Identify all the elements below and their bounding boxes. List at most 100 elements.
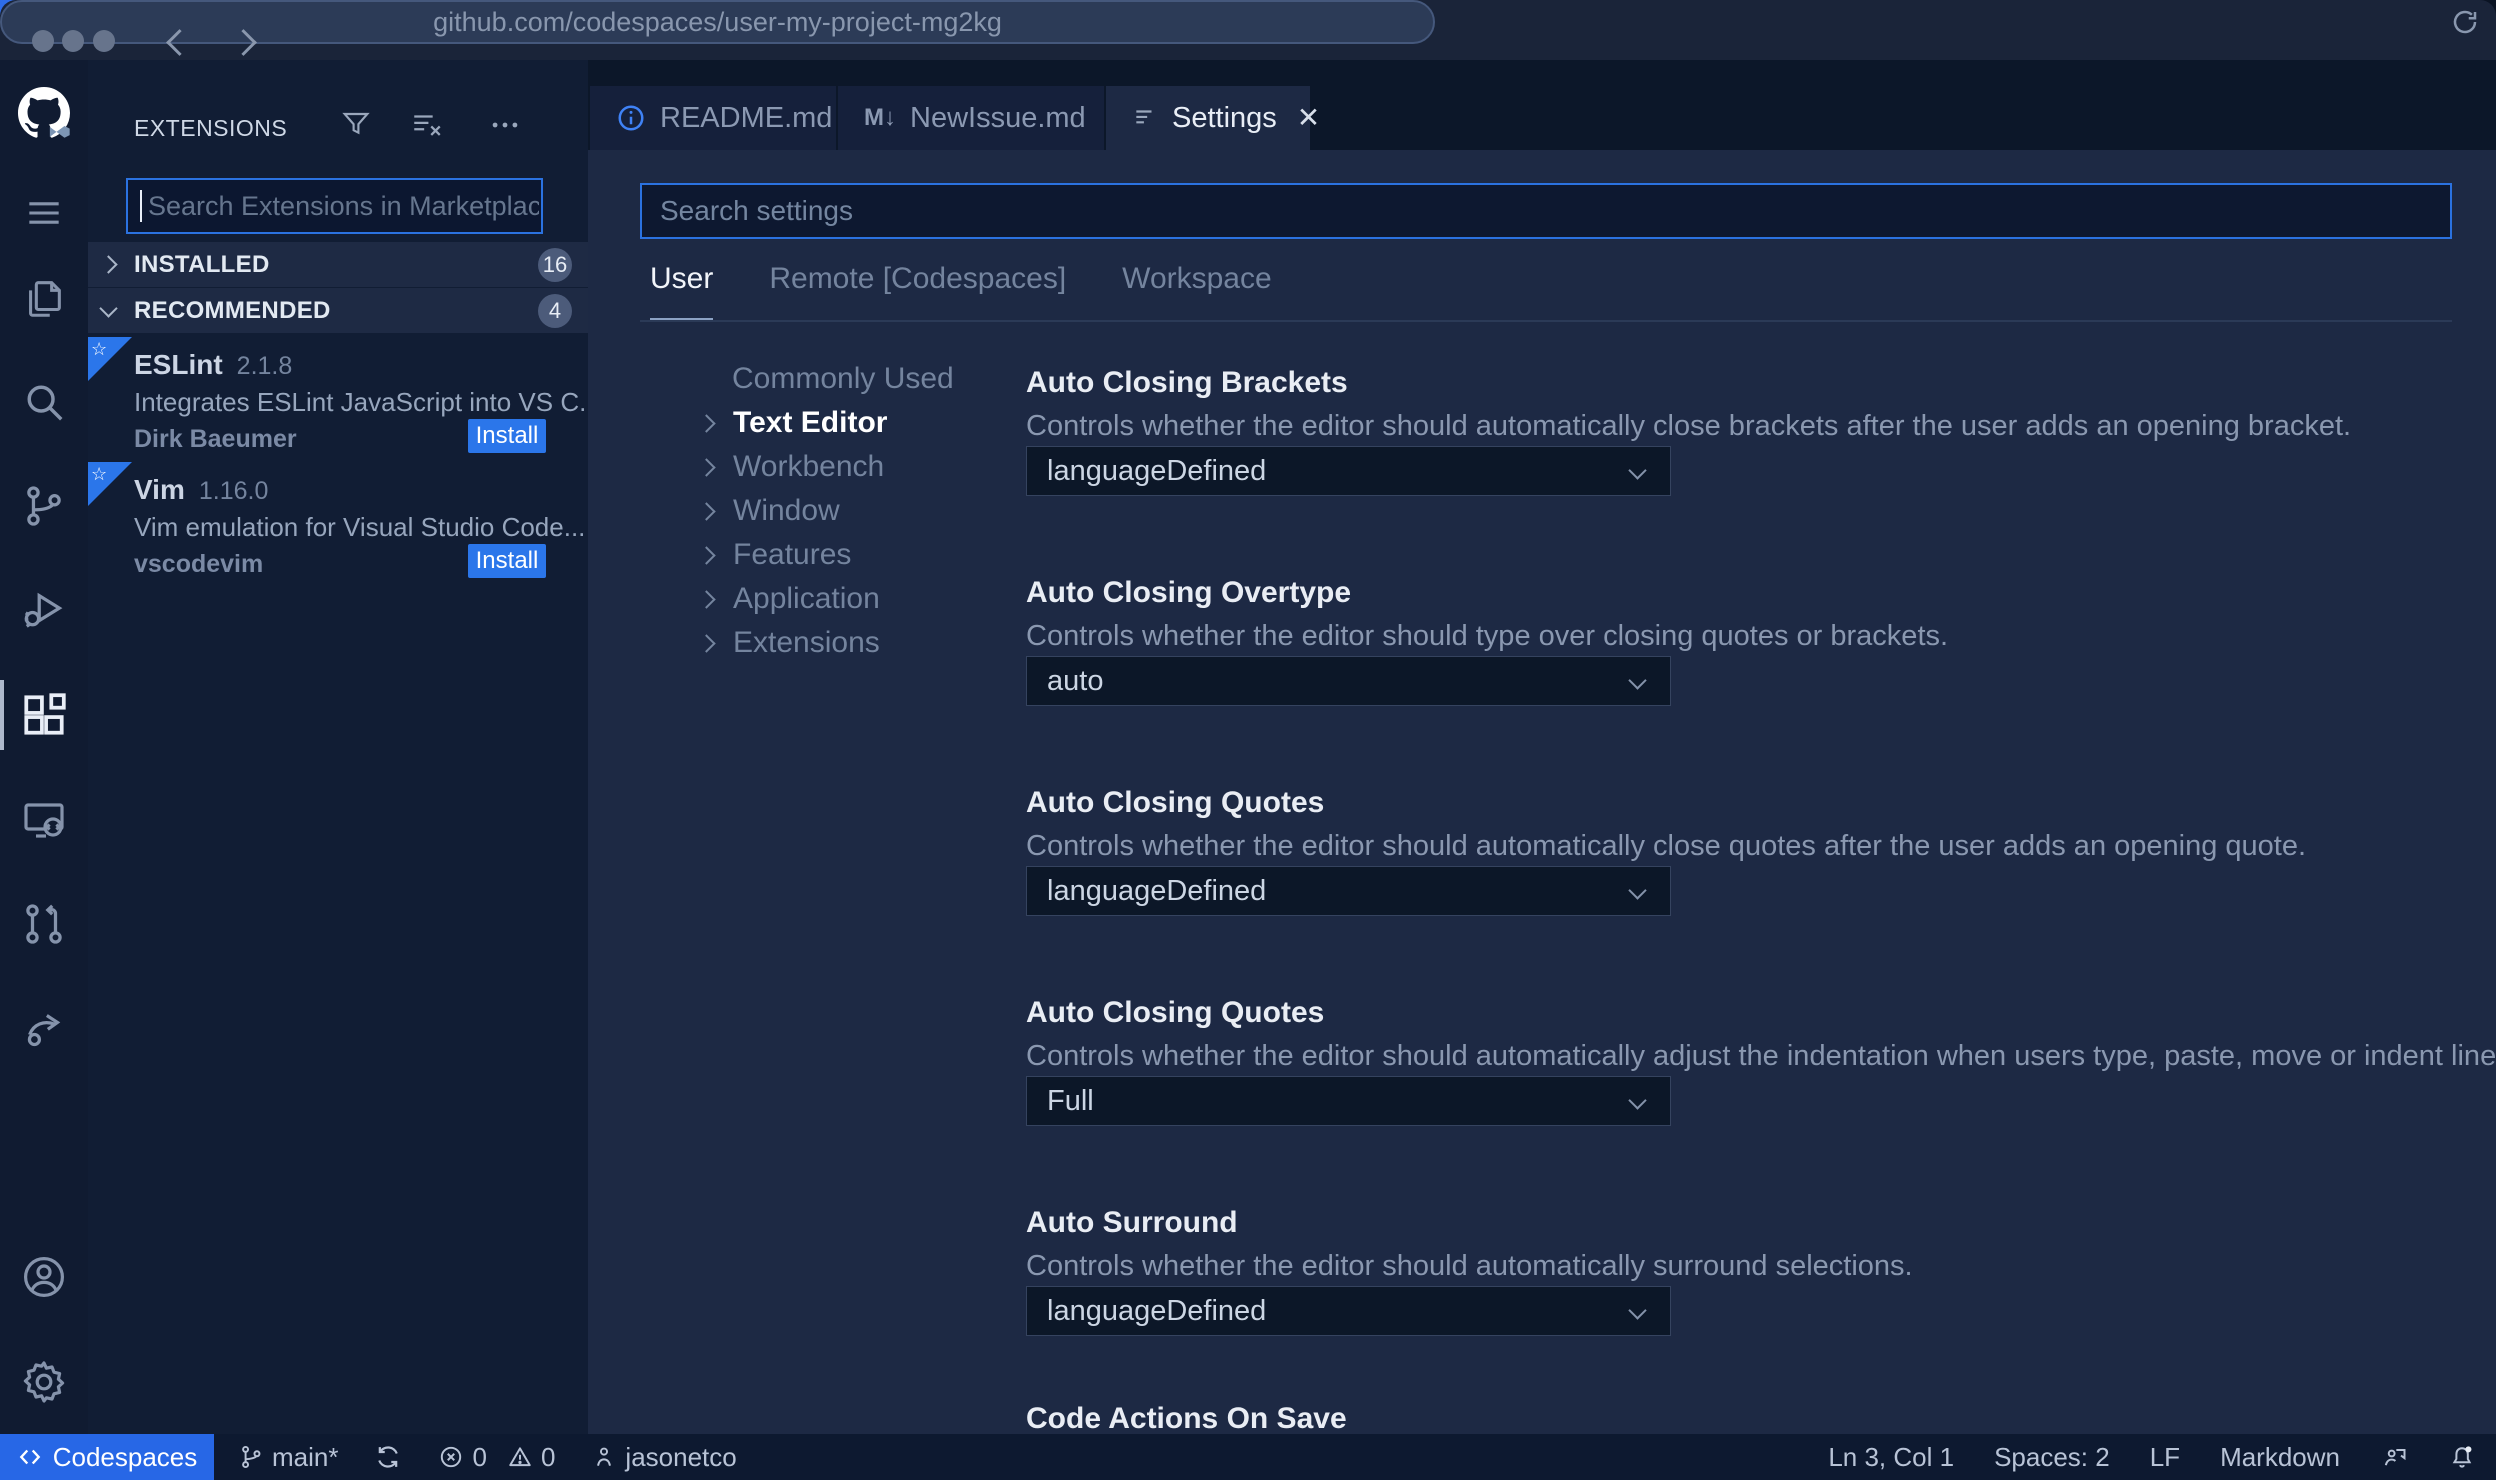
remote-explorer-icon[interactable] (0, 784, 88, 856)
account-icon[interactable] (0, 1241, 88, 1313)
dropdown-value: auto (1047, 664, 1104, 697)
live-share-icon[interactable] (0, 992, 88, 1064)
reload-icon[interactable] (2450, 7, 2480, 37)
settings-scope-tabs: User Remote [Codespaces] Workspace (650, 262, 1272, 322)
toc-text-editor[interactable]: Text Editor (697, 401, 887, 445)
extension-publisher: vscodevim (134, 550, 264, 578)
extension-description: Vim emulation for Visual Studio Code... (134, 512, 586, 542)
more-actions-icon[interactable] (488, 108, 522, 142)
toc-workbench[interactable]: Workbench (697, 445, 884, 489)
setting-dropdown-auto-closing-brackets[interactable]: languageDefined (1026, 446, 1671, 496)
scope-divider (640, 320, 2452, 322)
chevron-right-icon (697, 589, 716, 609)
extension-item-eslint[interactable]: ☆ ESLint 2.1.8 Integrates ESLint JavaScri… (88, 337, 601, 465)
clear-extensions-icon[interactable] (410, 108, 444, 142)
branch-status[interactable]: main* (238, 1442, 338, 1473)
person-icon (597, 1447, 612, 1466)
chevron-down-icon (1628, 1091, 1647, 1110)
branch-icon (242, 1445, 261, 1469)
sync-status[interactable] (374, 1443, 402, 1471)
eol-sequence[interactable]: LF (2150, 1442, 2180, 1473)
search-icon[interactable] (0, 366, 88, 438)
dropdown-value: Full (1047, 1084, 1094, 1117)
pull-requests-icon[interactable] (0, 888, 88, 960)
explorer-icon[interactable] (0, 262, 88, 334)
setting-description: Controls whether the editor should autom… (1026, 1040, 2496, 1072)
address-bar[interactable]: github.com/codespaces/user-my-project-mg… (0, 0, 2477, 44)
remote-label: Codespaces (52, 1441, 198, 1472)
setting-title: Auto Closing Overtype (1026, 576, 1352, 609)
chevron-right-icon (697, 501, 716, 521)
section-recommended[interactable]: RECOMMENDED 4 (88, 288, 588, 333)
dropdown-value: languageDefined (1047, 454, 1267, 487)
extension-name: Vim 1.16.0 (134, 474, 269, 505)
scope-tab-remote[interactable]: Remote [Codespaces] (769, 262, 1066, 322)
dropdown-value: languageDefined (1047, 874, 1267, 907)
toc-commonly-used[interactable]: Commonly Used (700, 357, 954, 401)
section-installed[interactable]: INSTALLED 16 (88, 242, 588, 287)
setting-dropdown-auto-surround[interactable]: languageDefined (1026, 1286, 1671, 1336)
github-vscode-logo-icon[interactable] (0, 77, 88, 149)
window-zoom-button[interactable] (93, 30, 115, 52)
install-button[interactable]: Install (468, 419, 546, 453)
run-debug-icon[interactable] (0, 574, 88, 646)
chevron-down-icon (1628, 1301, 1647, 1320)
sidebar-title: EXTENSIONS (134, 115, 288, 141)
window-minimize-button[interactable] (62, 30, 84, 52)
extensions-icon[interactable] (0, 679, 88, 751)
extension-item-vim[interactable]: ☆ Vim 1.16.0 Vim emulation for Visual Stu… (88, 462, 588, 590)
feedback-button[interactable] (2380, 1443, 2408, 1471)
tab-settings[interactable]: Settings ✕ (1106, 86, 1320, 150)
setting-title: Auto Closing Brackets (1026, 366, 1348, 399)
extension-publisher: Dirk Baeumer (134, 425, 297, 453)
section-label: RECOMMENDED (134, 296, 331, 324)
settings-search-input[interactable] (640, 183, 2452, 239)
indentation[interactable]: Spaces: 2 (1994, 1442, 2110, 1473)
chevron-right-icon (697, 633, 716, 653)
settings-gear-icon[interactable] (0, 1346, 88, 1418)
language-mode[interactable]: Markdown (2220, 1442, 2340, 1473)
scope-tab-workspace[interactable]: Workspace (1122, 262, 1272, 322)
source-control-icon[interactable] (0, 470, 88, 542)
notifications-button[interactable] (2448, 1443, 2476, 1471)
chevron-right-icon (697, 545, 716, 565)
install-button[interactable]: Install (468, 544, 546, 578)
extension-version: 1.16.0 (198, 477, 269, 505)
setting-dropdown-auto-indent[interactable]: Full (1026, 1076, 1671, 1126)
extensions-search-input[interactable] (126, 178, 543, 234)
scope-tab-user[interactable]: User (650, 262, 714, 322)
window-close-button[interactable] (32, 30, 54, 52)
star-icon: ☆ (91, 339, 108, 359)
chevron-right-icon (99, 255, 118, 274)
chevron-down-icon (1628, 671, 1647, 690)
extension-name: ESLint 2.1.8 (134, 349, 293, 380)
chevron-right-icon (697, 457, 716, 477)
cursor-position[interactable]: Ln 3, Col 1 (1828, 1442, 1954, 1473)
setting-title: Auto Surround (1026, 1206, 1238, 1239)
markdown-icon: M↓ (864, 104, 896, 131)
tab-readme[interactable]: README.md (590, 86, 836, 150)
setting-dropdown-auto-closing-overtype[interactable]: auto (1026, 656, 1671, 706)
remote-indicator[interactable]: Codespaces (0, 1434, 214, 1480)
setting-title: Auto Closing Quotes (1026, 786, 1325, 819)
problems-status[interactable]: 0 0 (438, 1442, 555, 1473)
setting-dropdown-auto-closing-quotes[interactable]: languageDefined (1026, 866, 1671, 916)
sync-icon (378, 1446, 399, 1468)
bell-icon (2452, 1446, 2472, 1468)
activity-bar (0, 60, 88, 1434)
editor-area: README.md M↓ NewIssue.md Settings ✕ User… (588, 60, 2496, 1434)
menu-icon[interactable] (0, 177, 88, 249)
toc-features[interactable]: Features (697, 533, 851, 577)
tab-newissue[interactable]: M↓ NewIssue.md (838, 86, 1104, 150)
toc-application[interactable]: Application (697, 577, 880, 621)
settings-list-icon (1132, 105, 1158, 131)
user-status[interactable]: jasonetco (591, 1442, 737, 1473)
warnings-icon (509, 1447, 531, 1467)
filter-icon[interactable] (340, 108, 372, 140)
close-icon[interactable]: ✕ (1297, 104, 1320, 132)
toc-extensions[interactable]: Extensions (697, 621, 880, 665)
tab-label: NewIssue.md (910, 101, 1086, 134)
status-bar: Codespaces main* 0 0 jasonetco Ln 3, Col… (0, 1434, 2496, 1480)
toc-window[interactable]: Window (697, 489, 840, 533)
chevron-right-icon (697, 413, 716, 433)
